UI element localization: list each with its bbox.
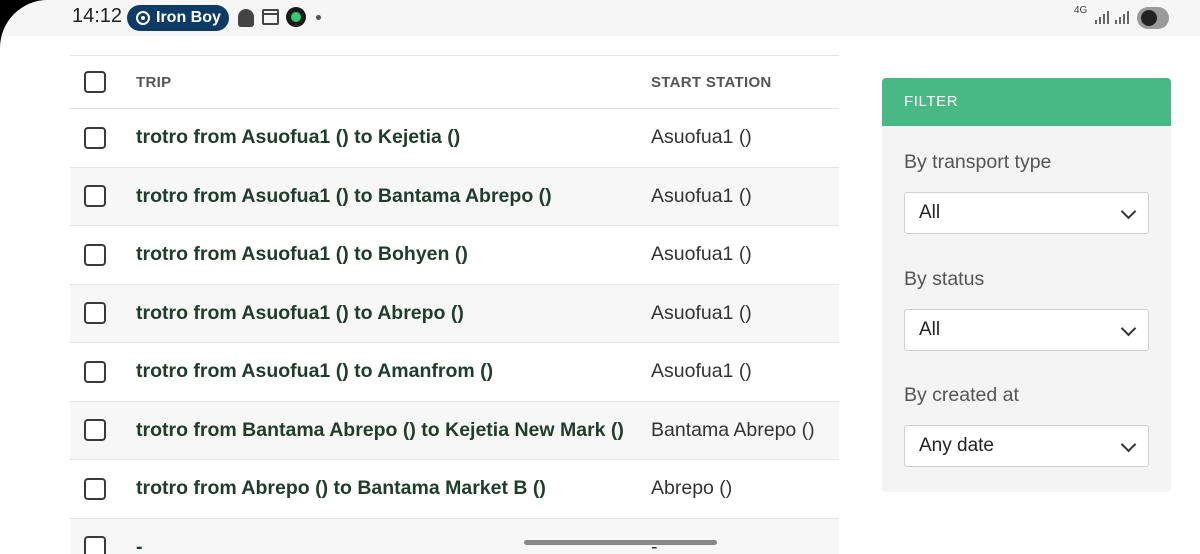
created-at-value: Any date bbox=[919, 435, 994, 456]
table-row[interactable]: - - bbox=[70, 518, 839, 554]
trip-link[interactable]: trotro from Asuofua1 () to Kejetia () bbox=[136, 126, 460, 149]
created-at-select[interactable]: Any date bbox=[904, 425, 1149, 467]
start-station: Bantama Abrepo () bbox=[651, 418, 815, 441]
start-station: Abrepo () bbox=[651, 477, 733, 500]
notification-dot-icon bbox=[316, 15, 321, 20]
table-header: TRIP START STATION bbox=[70, 55, 839, 109]
row-checkbox[interactable] bbox=[84, 302, 106, 325]
record-icon bbox=[136, 11, 150, 25]
row-checkbox[interactable] bbox=[84, 243, 106, 266]
trip-link[interactable]: trotro from Asuofua1 () to Abrepo () bbox=[136, 302, 464, 325]
start-station: Asuofua1 () bbox=[651, 243, 752, 266]
table-row[interactable]: trotro from Asuofua1 () to Kejetia () As… bbox=[70, 109, 839, 168]
table-row[interactable]: trotro from Abrepo () to Bantama Market … bbox=[70, 460, 839, 519]
header-start-station[interactable]: START STATION bbox=[651, 74, 772, 91]
recording-pill-label: Iron Boy bbox=[156, 9, 221, 26]
trip-link[interactable]: trotro from Abrepo () to Bantama Market … bbox=[136, 477, 546, 500]
app-icon bbox=[286, 7, 306, 27]
trip-link[interactable]: trotro from Asuofua1 () to Amanfrom () bbox=[136, 360, 493, 383]
header-trip[interactable]: TRIP bbox=[136, 74, 171, 91]
trip-link[interactable]: trotro from Asuofua1 () to Bantama Abrep… bbox=[136, 185, 552, 208]
row-checkbox[interactable] bbox=[84, 126, 106, 149]
row-checkbox[interactable] bbox=[84, 419, 106, 442]
chevron-down-icon bbox=[1120, 436, 1137, 453]
chevron-down-icon bbox=[1120, 203, 1137, 220]
row-checkbox[interactable] bbox=[84, 360, 106, 383]
table-row[interactable]: trotro from Asuofua1 () to Bantama Abrep… bbox=[70, 167, 839, 226]
signal-icon bbox=[1095, 10, 1109, 24]
row-checkbox[interactable] bbox=[84, 477, 106, 500]
filter-title: FILTER bbox=[882, 78, 1171, 126]
trip-link[interactable]: trotro from Asuofua1 () to Bohyen () bbox=[136, 243, 468, 266]
home-indicator[interactable] bbox=[524, 540, 717, 545]
transport-type-select[interactable]: All bbox=[904, 192, 1149, 234]
transport-type-value: All bbox=[919, 202, 941, 223]
filter-panel: FILTER By transport type All By status A… bbox=[882, 78, 1171, 492]
table-row[interactable]: trotro from Asuofua1 () to Amanfrom () A… bbox=[70, 343, 839, 402]
start-station: Asuofua1 () bbox=[651, 301, 752, 324]
transport-type-label: By transport type bbox=[904, 151, 1052, 173]
trip-link[interactable]: - bbox=[136, 536, 143, 554]
start-station: Asuofua1 () bbox=[651, 184, 752, 207]
row-checkbox[interactable] bbox=[84, 536, 106, 554]
created-at-label: By created at bbox=[904, 384, 1019, 406]
table-row[interactable]: trotro from Bantama Abrepo () to Kejetia… bbox=[70, 401, 839, 460]
table-row[interactable]: trotro from Asuofua1 () to Abrepo () Asu… bbox=[70, 284, 839, 343]
calendar-icon bbox=[262, 9, 279, 25]
start-station: Asuofua1 () bbox=[651, 126, 752, 149]
start-station: Asuofua1 () bbox=[651, 360, 752, 383]
network-type: 4G bbox=[1074, 5, 1088, 16]
chevron-down-icon bbox=[1120, 320, 1137, 337]
toggle-icon bbox=[1137, 7, 1169, 29]
status-select[interactable]: All bbox=[904, 309, 1149, 351]
screen: 14:12 Iron Boy 4G TRIP START STATION tro… bbox=[0, 0, 1200, 554]
status-bar: 14:12 Iron Boy 4G bbox=[0, 0, 1200, 36]
snapchat-icon bbox=[238, 9, 254, 27]
trip-link[interactable]: trotro from Bantama Abrepo () to Kejetia… bbox=[136, 419, 624, 442]
signal-icon bbox=[1115, 10, 1129, 24]
select-all-checkbox[interactable] bbox=[84, 71, 106, 93]
row-checkbox[interactable] bbox=[84, 185, 106, 208]
status-time: 14:12 bbox=[72, 5, 123, 27]
table-row[interactable]: trotro from Asuofua1 () to Bohyen () Asu… bbox=[70, 226, 839, 285]
status-value: All bbox=[919, 319, 941, 340]
trips-table: TRIP START STATION trotro from Asuofua1 … bbox=[70, 55, 839, 554]
status-label: By status bbox=[904, 268, 985, 290]
recording-pill[interactable]: Iron Boy bbox=[127, 5, 229, 31]
